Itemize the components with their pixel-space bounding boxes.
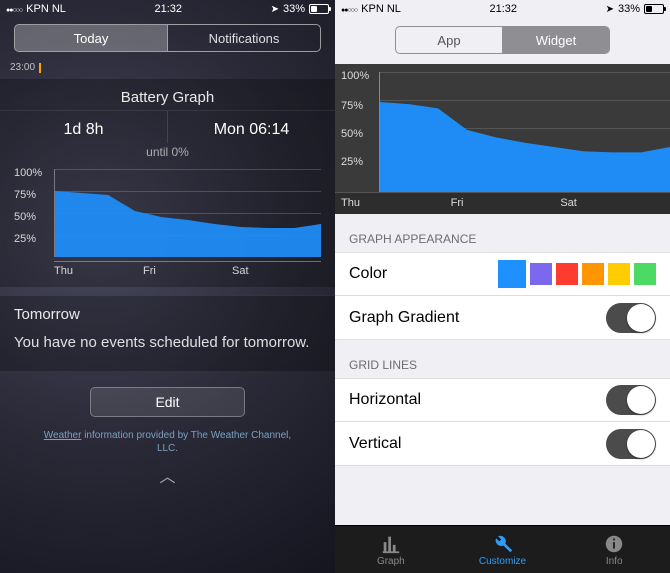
y-label: 25%: [14, 233, 50, 245]
row-color-label: Color: [349, 265, 387, 283]
timeline-time: 23:00: [10, 62, 35, 73]
tabbar-customize[interactable]: Customize: [447, 526, 559, 573]
battery-icon: [644, 4, 664, 14]
x-label: Sat: [232, 262, 321, 279]
clock-label: 21:32: [154, 3, 182, 15]
tomorrow-body: You have no events scheduled for tomorro…: [14, 333, 321, 353]
toggle-gradient[interactable]: [606, 303, 656, 333]
y-label: 50%: [341, 128, 377, 140]
row-gradient-label: Graph Gradient: [349, 309, 459, 327]
tab-notifications[interactable]: Notifications: [167, 25, 320, 51]
section-grid-lines: Grid Lines: [335, 340, 670, 378]
bar-chart-icon: [380, 533, 402, 555]
status-bar: KPN NL 21:32 ➤ 33%: [335, 0, 670, 18]
carrier-label: KPN NL: [26, 3, 66, 15]
location-icon: ➤: [271, 4, 279, 15]
toggle-horizontal[interactable]: [606, 385, 656, 415]
y-label: 75%: [14, 189, 50, 201]
nc-segmented-control: Today Notifications: [14, 24, 321, 52]
tomorrow-widget: Tomorrow You have no events scheduled fo…: [0, 295, 335, 371]
clock-label: 21:32: [489, 3, 517, 15]
y-label: 50%: [14, 211, 50, 223]
timeline-tick-icon: [39, 63, 41, 73]
y-label: 100%: [14, 167, 50, 179]
widget-title: Battery Graph: [0, 79, 335, 110]
swatch-orange[interactable]: [582, 263, 604, 285]
battery-pct-label: 33%: [618, 3, 640, 15]
row-vertical[interactable]: Vertical: [335, 422, 670, 466]
row-horizontal-label: Horizontal: [349, 391, 421, 409]
tab-bar: Graph Customize Info: [335, 525, 670, 573]
info-icon: [603, 533, 625, 555]
tab-today[interactable]: Today: [15, 25, 167, 51]
app-widget-segmented-control: App Widget: [395, 26, 610, 54]
color-swatches: [498, 260, 656, 288]
wrench-icon: [492, 533, 514, 555]
carrier-label: KPN NL: [361, 3, 401, 15]
signal-dots-icon: [341, 3, 357, 15]
x-label: Sat: [560, 193, 670, 214]
x-label: Thu: [341, 193, 451, 214]
tomorrow-title: Tomorrow: [14, 306, 321, 323]
row-color[interactable]: Color: [335, 252, 670, 296]
swatch-purple[interactable]: [530, 263, 552, 285]
battery-widget: Battery Graph 1d 8h Mon 06:14 until 0% 1…: [0, 79, 335, 287]
weather-link[interactable]: Weather: [44, 430, 82, 441]
signal-dots-icon: [6, 3, 22, 15]
app-customize-screen: KPN NL 21:32 ➤ 33% App Widget 100% 75% 5…: [335, 0, 670, 573]
row-vertical-label: Vertical: [349, 435, 401, 453]
tabbar-graph-label: Graph: [377, 556, 405, 567]
y-label: 25%: [341, 156, 377, 168]
y-label: 100%: [341, 70, 377, 82]
row-horizontal[interactable]: Horizontal: [335, 378, 670, 422]
swatch-green[interactable]: [634, 263, 656, 285]
tabbar-info[interactable]: Info: [558, 526, 670, 573]
y-label: 75%: [341, 100, 377, 112]
battery-until-label: until 0%: [0, 143, 335, 169]
graph-preview: 100% 75% 50% 25% Thu Fri Sat: [335, 64, 670, 214]
edit-button[interactable]: Edit: [90, 387, 245, 417]
tabbar-customize-label: Customize: [479, 556, 526, 567]
tab-app[interactable]: App: [396, 27, 502, 53]
x-label: Fri: [451, 193, 561, 214]
battery-pct-label: 33%: [283, 3, 305, 15]
preview-chart-area: [380, 72, 670, 192]
battery-remaining-value: 1d 8h: [0, 111, 167, 143]
section-graph-appearance: Graph Appearance: [335, 214, 670, 252]
location-icon: ➤: [606, 4, 614, 15]
battery-icon: [309, 4, 329, 14]
timeline-marker: 23:00: [0, 60, 335, 79]
battery-chart-area: [55, 169, 321, 257]
swatch-blue[interactable]: [498, 260, 526, 288]
swatch-yellow[interactable]: [608, 263, 630, 285]
x-label: Fri: [143, 262, 232, 279]
battery-chart: 100% 75% 50% 25% Thu Fri Sat: [14, 169, 321, 279]
tabbar-info-label: Info: [606, 556, 623, 567]
tabbar-graph[interactable]: Graph: [335, 526, 447, 573]
row-gradient[interactable]: Graph Gradient: [335, 296, 670, 340]
grabber-handle-icon[interactable]: ︿: [0, 461, 335, 491]
tab-widget[interactable]: Widget: [502, 27, 609, 53]
swatch-red[interactable]: [556, 263, 578, 285]
battery-eta-value: Mon 06:14: [167, 111, 335, 143]
weather-footnote: Weather information provided by The Weat…: [0, 425, 335, 461]
x-label: Thu: [54, 262, 143, 279]
notification-center-screen: KPN NL 21:32 ➤ 33% Today Notifications 2…: [0, 0, 335, 573]
toggle-vertical[interactable]: [606, 429, 656, 459]
status-bar: KPN NL 21:32 ➤ 33%: [0, 0, 335, 18]
